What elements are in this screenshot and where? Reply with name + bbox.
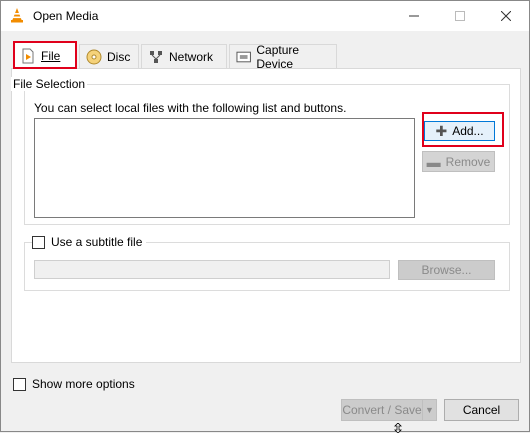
file-selection-title: File Selection — [11, 77, 88, 91]
show-more-options-checkbox[interactable] — [13, 377, 26, 391]
minimize-icon — [409, 15, 419, 17]
show-more-options-row[interactable]: Show more options — [13, 377, 135, 391]
remove-button-label: Remove — [445, 154, 491, 169]
subtitle-checkbox[interactable] — [32, 235, 45, 249]
tab-file[interactable]: File — [13, 42, 77, 69]
convert-save-label: Convert / Save — [342, 403, 422, 417]
show-more-options-label: Show more options — [32, 377, 135, 391]
file-list[interactable] — [34, 118, 415, 218]
file-tab-page: You can select local files with the foll… — [11, 68, 521, 363]
tab-network-label: Network — [169, 49, 214, 64]
add-button[interactable]: ✚ Add... — [424, 121, 495, 141]
open-media-dialog: Open Media File Disc Network Capture Dev… — [0, 0, 530, 433]
cancel-button-label: Cancel — [462, 403, 501, 417]
browse-button-label: Browse... — [421, 263, 472, 277]
subtitle-path-input[interactable] — [34, 260, 390, 279]
tab-capture-device[interactable]: Capture Device — [229, 42, 337, 71]
subtitle-checkbox-row[interactable]: Use a subtitle file — [32, 235, 147, 249]
title-bar: Open Media — [1, 1, 529, 31]
cancel-button[interactable]: Cancel — [444, 399, 519, 421]
network-icon — [150, 50, 162, 63]
minimize-button[interactable] — [391, 1, 437, 31]
tab-network[interactable]: Network — [141, 44, 227, 68]
plus-icon: ✚ — [435, 123, 448, 139]
remove-button[interactable]: ▬ Remove — [422, 151, 495, 172]
close-button[interactable] — [483, 1, 529, 31]
tab-disc-label: Disc — [107, 49, 131, 64]
maximize-button[interactable] — [437, 1, 483, 31]
capture-device-icon — [236, 51, 251, 62]
tab-file-label: File — [41, 49, 61, 63]
subtitle-checkbox-label: Use a subtitle file — [51, 235, 143, 249]
close-icon — [501, 11, 511, 21]
tab-capture-device-label: Capture Device — [256, 42, 300, 71]
add-button-label: Add... — [452, 124, 484, 138]
chevron-down-icon: ▼ — [425, 405, 434, 415]
tab-disc[interactable]: Disc — [79, 44, 139, 68]
convert-save-button[interactable]: Convert / Save — [341, 399, 423, 421]
convert-save-dropdown[interactable]: ▼ — [423, 399, 437, 421]
file-icon — [22, 48, 34, 64]
disc-icon — [86, 49, 102, 64]
vlc-cone-icon — [11, 8, 23, 23]
window-title: Open Media — [33, 9, 99, 23]
minus-icon: ▬ — [426, 153, 441, 170]
maximize-icon — [455, 11, 465, 21]
file-selection-description: You can select local files with the foll… — [34, 101, 347, 115]
browse-button[interactable]: Browse... — [398, 260, 495, 280]
